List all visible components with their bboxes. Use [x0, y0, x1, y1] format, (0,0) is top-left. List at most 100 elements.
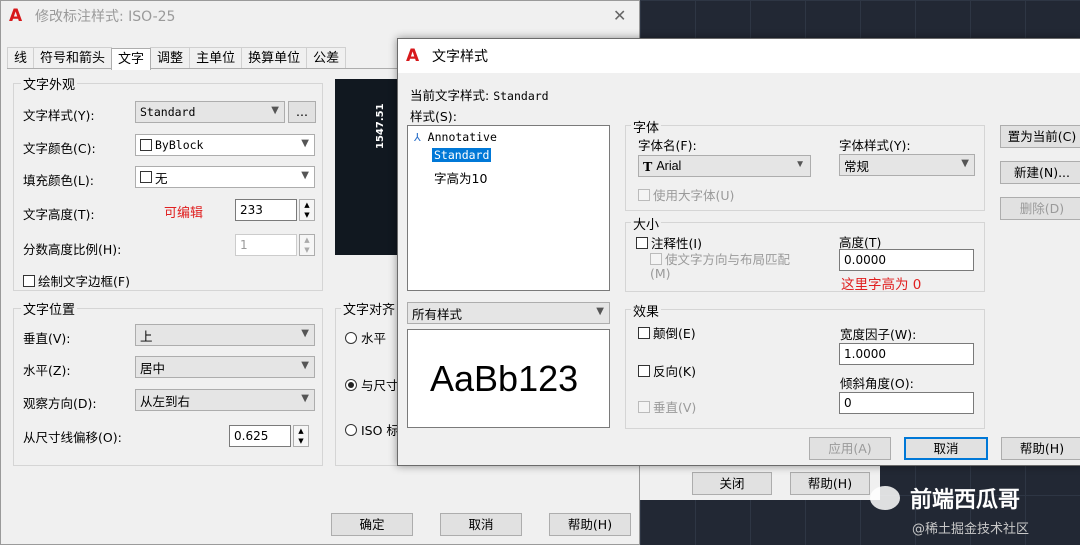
text-style-cancel-button[interactable]: 取消: [904, 437, 988, 460]
list-item[interactable]: ⅄ Annotative: [414, 130, 497, 144]
list-item-selected[interactable]: Standard: [432, 148, 492, 162]
upside-down-checkbox[interactable]: 颠倒(E): [638, 323, 696, 342]
radio-icon: [345, 332, 357, 344]
view-direction-label: 观察方向(D):: [23, 396, 97, 411]
height-input[interactable]: 0.0000: [839, 249, 974, 271]
watermark-community: @稀土掘金技术社区: [912, 522, 1030, 537]
text-style-dialog: A 文字样式 当前文字样式: Standard 样式(S): ⅄ Annotat…: [397, 38, 1080, 466]
text-appearance-label: 文字外观: [21, 74, 78, 93]
fraction-scale-input[interactable]: 1: [235, 234, 297, 256]
watermark: 前端西瓜哥 @稀土掘金技术社区: [868, 480, 1080, 545]
set-current-button[interactable]: 置为当前(C): [1000, 125, 1080, 148]
fill-color-label: 填充颜色(L):: [23, 173, 94, 188]
font-style-select[interactable]: 常规 ▼: [839, 154, 975, 176]
chevron-down-icon: ▼: [961, 158, 969, 169]
checkbox-icon: [638, 365, 650, 377]
cancel-button[interactable]: 取消: [440, 513, 522, 536]
text-style-titlebar: A 文字样式: [398, 39, 1080, 73]
offset-label: 从尺寸线偏移(O):: [23, 430, 122, 445]
checkbox-icon: [638, 327, 650, 339]
list-item[interactable]: 字高为10: [434, 168, 487, 187]
help-button[interactable]: 帮助(H): [549, 513, 631, 536]
autocad-logo-icon: A: [406, 46, 420, 66]
tab-text[interactable]: 文字: [111, 48, 152, 70]
radio-icon: [345, 424, 357, 436]
chevron-down-icon: ▼: [596, 306, 604, 317]
text-style-dialog-title: 文字样式: [432, 49, 488, 65]
middle-close-button[interactable]: 关闭: [692, 472, 772, 495]
font-style-label: 字体样式(Y):: [839, 138, 911, 153]
text-height-input[interactable]: 233: [235, 199, 297, 221]
tab-alternate-units[interactable]: 换算单位: [241, 47, 308, 68]
text-style-browse-button[interactable]: ...: [288, 101, 316, 123]
tab-primary-units[interactable]: 主单位: [189, 47, 243, 68]
checkbox-icon: [638, 401, 650, 413]
font-name-select[interactable]: T Arial ▼: [638, 155, 811, 177]
editable-note: 可编辑: [164, 206, 204, 221]
vertical-label: 垂直(V):: [23, 331, 71, 346]
width-factor-label: 宽度因子(W):: [840, 327, 917, 342]
text-alignment-label: 文字对齐: [341, 299, 398, 318]
autocad-logo-icon: A: [9, 6, 23, 26]
view-direction-select[interactable]: 从左到右 ▼: [135, 389, 315, 411]
font-group-label: 字体: [631, 117, 662, 136]
close-icon[interactable]: ✕: [613, 6, 626, 25]
offset-spinner[interactable]: ▲ ▼: [293, 425, 309, 447]
chevron-down-icon: ▼: [795, 159, 805, 170]
horizontal-select[interactable]: 居中 ▼: [135, 356, 315, 378]
text-style-help-button[interactable]: 帮助(H): [1001, 437, 1080, 460]
ok-button[interactable]: 确定: [331, 513, 413, 536]
match-orientation-checkbox[interactable]: 使文字方向与布局匹配(M): [650, 253, 790, 281]
tab-fit[interactable]: 调整: [150, 47, 191, 68]
fill-color-select[interactable]: 无 ▼: [135, 166, 315, 188]
checkbox-icon: [636, 237, 648, 249]
checkbox-icon: [638, 189, 650, 201]
styles-list-label: 样式(S):: [410, 109, 457, 124]
annotative-icon: ⅄: [414, 131, 421, 144]
fraction-scale-label: 分数高度比例(H):: [23, 242, 122, 257]
tab-lines[interactable]: 线: [7, 47, 35, 68]
draw-frame-checkbox[interactable]: 绘制文字边框(F): [23, 271, 130, 290]
annotative-checkbox[interactable]: 注释性(I): [636, 233, 702, 252]
offset-input[interactable]: 0.625: [229, 425, 291, 447]
chevron-down-icon: ▼: [301, 170, 309, 181]
vertical-checkbox[interactable]: 垂直(V): [638, 397, 696, 416]
delete-style-button[interactable]: 删除(D): [1000, 197, 1080, 220]
vertical-select[interactable]: 上 ▼: [135, 324, 315, 346]
horizontal-label: 水平(Z):: [23, 363, 71, 378]
truetype-icon: T: [643, 158, 653, 174]
new-style-button[interactable]: 新建(N)...: [1000, 161, 1080, 184]
dimension-preview: 1547.51: [335, 79, 401, 255]
text-color-select[interactable]: ByBlock ▼: [135, 134, 315, 156]
chevron-down-icon: ▼: [301, 393, 309, 404]
text-height-spinner[interactable]: ▲ ▼: [299, 199, 315, 221]
tab-tolerances[interactable]: 公差: [306, 47, 347, 68]
dimension-dialog-title: 修改标注样式: ISO-25: [35, 9, 176, 25]
checkbox-icon: [650, 253, 662, 265]
style-filter-select[interactable]: 所有样式 ▼: [407, 302, 610, 324]
styles-list[interactable]: ⅄ Annotative Standard 字高为10: [407, 125, 610, 291]
text-placement-label: 文字位置: [21, 299, 78, 318]
height-zero-note: 这里字高为 0: [841, 277, 922, 293]
oblique-angle-input[interactable]: 0: [839, 392, 974, 414]
align-iso-radio[interactable]: ISO 标: [345, 420, 399, 439]
backwards-checkbox[interactable]: 反向(K): [638, 361, 696, 380]
fraction-scale-spinner[interactable]: ▲ ▼: [299, 234, 315, 256]
wechat-icon: [870, 486, 900, 510]
align-with-dimline-radio[interactable]: 与尺寸: [345, 375, 399, 394]
size-group-label: 大小: [631, 214, 662, 233]
font-preview-text: AaBb123: [430, 358, 579, 399]
apply-button[interactable]: 应用(A): [809, 437, 891, 460]
middle-help-button[interactable]: 帮助(H): [790, 472, 870, 495]
use-bigfont-checkbox[interactable]: 使用大字体(U): [638, 185, 734, 204]
font-name-label: 字体名(F):: [638, 138, 697, 153]
checkbox-icon: [23, 275, 35, 287]
color-swatch-icon: [140, 139, 152, 151]
radio-icon: [345, 379, 357, 391]
tab-symbols-arrows[interactable]: 符号和箭头: [33, 47, 113, 68]
text-style-select[interactable]: Standard ▼: [135, 101, 285, 123]
width-factor-input[interactable]: 1.0000: [839, 343, 974, 365]
text-height-label: 文字高度(T):: [23, 207, 95, 222]
align-horizontal-radio[interactable]: 水平: [345, 328, 386, 347]
chevron-down-icon: ▼: [301, 328, 309, 339]
